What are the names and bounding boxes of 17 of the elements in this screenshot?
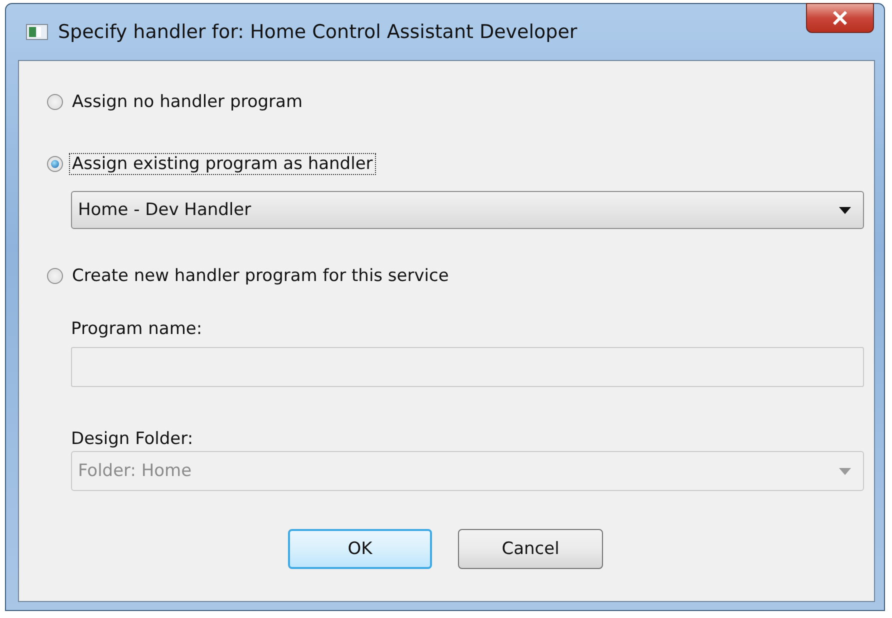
field-label: Program name: bbox=[71, 319, 204, 339]
window-title: Specify handler for: Home Control Assistant Developer bbox=[58, 21, 578, 43]
dropdown[interactable]: Home - Dev Handler bbox=[71, 191, 864, 229]
close-button[interactable] bbox=[806, 3, 874, 33]
radio-label[interactable]: Create new handler program for this service bbox=[69, 265, 452, 287]
radio-label[interactable]: Assign no handler program bbox=[69, 91, 306, 113]
close-icon bbox=[832, 11, 848, 25]
radio-button[interactable] bbox=[47, 156, 63, 172]
ok-button[interactable]: OK bbox=[288, 529, 432, 569]
field-label: Design Folder: bbox=[71, 429, 194, 449]
radio-button[interactable] bbox=[47, 268, 63, 284]
dropdown-arrow-icon bbox=[839, 468, 851, 474]
window-app-icon bbox=[26, 23, 48, 41]
cancel-button[interactable]: Cancel bbox=[458, 529, 603, 569]
dropdown-arrow-icon bbox=[839, 206, 851, 214]
radio-button[interactable] bbox=[47, 94, 63, 110]
radio-label[interactable]: Assign existing program as handler bbox=[69, 153, 376, 175]
